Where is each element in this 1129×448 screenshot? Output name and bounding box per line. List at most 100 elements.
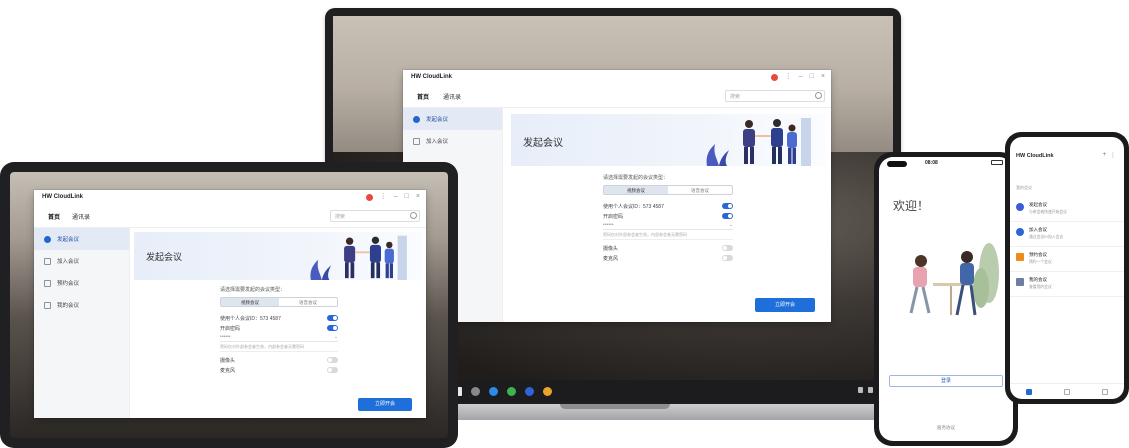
join-icon bbox=[44, 257, 51, 265]
microphone-row: 麦克风 bbox=[603, 253, 733, 263]
start-meeting-button[interactable]: 立即开会 bbox=[755, 298, 815, 312]
people-illustration bbox=[706, 118, 811, 166]
meeting-form: 请选择需要发起的会议类型： 视频会议 语音会议 使用个人会议ID：573 458… bbox=[220, 286, 338, 375]
tab-bar bbox=[1010, 383, 1124, 399]
tab-video-meeting[interactable]: 视频会议 bbox=[604, 186, 668, 194]
camera-row: 摄像头 bbox=[603, 243, 733, 253]
eye-icon[interactable]: ⌄ bbox=[729, 222, 733, 228]
browser-icon[interactable] bbox=[489, 386, 498, 396]
banner: 发起会议 bbox=[134, 232, 422, 280]
tab-contacts-icon[interactable] bbox=[1064, 388, 1070, 395]
close-icon[interactable]: × bbox=[821, 73, 825, 81]
action-list: 发起会议与参会者快速开始会议 加入会议 通过会议ID加入会议 预约会议 预约一个会议… bbox=[1010, 197, 1124, 297]
volume-icon[interactable] bbox=[868, 387, 873, 393]
camera-label: 摄像头 bbox=[603, 245, 619, 252]
status-bar: 08:08 bbox=[879, 157, 1013, 169]
join-icon bbox=[413, 137, 420, 145]
eye-icon[interactable]: ⌄ bbox=[334, 334, 338, 340]
join-icon bbox=[1016, 228, 1024, 236]
page-title: 发起会议 bbox=[523, 138, 563, 149]
nav-contacts[interactable]: 通讯录 bbox=[443, 92, 461, 101]
list-item-join-meeting[interactable]: 加入会议 通过会议ID加入会议 bbox=[1010, 222, 1124, 247]
record-icon[interactable] bbox=[770, 73, 778, 81]
list-item-title: 发起会议 bbox=[1029, 202, 1047, 207]
search-input[interactable]: 搜索 bbox=[725, 90, 825, 102]
camera-cutout bbox=[887, 161, 907, 167]
search-input[interactable]: 搜索 bbox=[330, 210, 420, 222]
sidebar-item-label: 加入会议 bbox=[57, 259, 80, 265]
search-icon[interactable] bbox=[815, 92, 822, 99]
form-hint: 请选择需要发起的会议类型： bbox=[220, 287, 286, 293]
sidebar: 发起会议 加入会议 预约会议 我的会议 bbox=[34, 228, 130, 418]
list-header: 我的会议 bbox=[1016, 185, 1032, 190]
nav-contacts[interactable]: 通讯录 bbox=[72, 212, 90, 221]
tab-me-icon[interactable] bbox=[1102, 388, 1108, 395]
login-button[interactable]: 登录 bbox=[889, 375, 1003, 387]
title-bar: HW CloudLink ⋮ – □ × bbox=[34, 190, 426, 206]
list-item-subtitle: 查看我的会议 bbox=[1029, 285, 1052, 289]
personal-id-toggle[interactable] bbox=[327, 315, 338, 321]
list-item-start-meeting[interactable]: 发起会议与参会者快速开始会议 bbox=[1010, 197, 1124, 222]
folder-icon[interactable] bbox=[543, 386, 552, 396]
sidebar-item-join-meeting[interactable]: 加入会议 bbox=[403, 130, 502, 152]
app-name: HW CloudLink bbox=[42, 194, 83, 200]
search-icon[interactable] bbox=[410, 212, 417, 219]
sidebar-item-join-meeting[interactable]: 加入会议 bbox=[34, 250, 129, 272]
password-label: 开启密码 bbox=[603, 213, 624, 220]
tablet-app-window: HW CloudLink ⋮ – □ × 首页 通讯录 搜索 发起会议 加入会议… bbox=[34, 190, 426, 418]
list-item-title: 预约会议 bbox=[1029, 252, 1047, 257]
password-toggle[interactable] bbox=[327, 325, 338, 331]
sidebar-item-my-meetings[interactable]: 我的会议 bbox=[34, 294, 129, 316]
close-icon[interactable]: × bbox=[416, 193, 420, 201]
tab-video-meeting[interactable]: 视频会议 bbox=[221, 298, 279, 306]
list-item-my-meetings[interactable]: 我的会议 查看我的会议 bbox=[1010, 272, 1124, 297]
microphone-toggle[interactable] bbox=[722, 255, 733, 261]
password-field[interactable]: •••••• ⌄ bbox=[603, 221, 733, 230]
search-placeholder: 搜索 bbox=[335, 214, 346, 220]
video-icon bbox=[413, 115, 420, 123]
camera-toggle[interactable] bbox=[722, 245, 733, 251]
laptop-notch bbox=[560, 404, 670, 409]
calendar-icon bbox=[44, 279, 51, 287]
search-icon[interactable] bbox=[471, 386, 480, 396]
microphone-toggle[interactable] bbox=[327, 367, 338, 373]
welcome-text: 欢迎！ bbox=[893, 199, 930, 213]
nav-home[interactable]: 首页 bbox=[417, 92, 429, 101]
password-field[interactable]: •••••• ⌄ bbox=[220, 333, 338, 342]
list-item-title: 加入会议 bbox=[1029, 227, 1047, 232]
minimize-icon[interactable]: – bbox=[394, 193, 398, 201]
menu-icon[interactable]: ⋮ bbox=[380, 193, 387, 201]
menu-icon[interactable]: ⋮ bbox=[1110, 152, 1116, 159]
maximize-icon[interactable]: □ bbox=[810, 73, 814, 81]
search-placeholder: 搜索 bbox=[730, 94, 741, 100]
chat-icon[interactable] bbox=[507, 386, 516, 396]
sidebar-item-start-meeting[interactable]: 发起会议 bbox=[34, 228, 129, 250]
people-illustration bbox=[310, 235, 407, 280]
app-title: HW CloudLink bbox=[1016, 153, 1054, 159]
banner: 发起会议 bbox=[511, 114, 825, 166]
maximize-icon[interactable]: □ bbox=[405, 193, 409, 201]
footer-link[interactable]: 服务协议 bbox=[879, 425, 1013, 431]
nav-home[interactable]: 首页 bbox=[48, 212, 60, 221]
sidebar-item-schedule-meeting[interactable]: 预约会议 bbox=[34, 272, 129, 294]
sidebar-item-label: 加入会议 bbox=[426, 139, 449, 145]
camera-toggle[interactable] bbox=[327, 357, 338, 363]
start-meeting-button[interactable]: 立即开会 bbox=[358, 398, 412, 411]
wifi-icon[interactable] bbox=[858, 387, 863, 393]
video-icon bbox=[1016, 203, 1024, 211]
menu-icon[interactable]: ⋮ bbox=[785, 73, 792, 81]
password-note: 密码仅对外部参会者生效，内部参会者无需密码 bbox=[220, 344, 338, 352]
add-icon[interactable]: + bbox=[1102, 152, 1106, 158]
tab-voice-meeting[interactable]: 语音会议 bbox=[279, 298, 337, 306]
microphone-label: 麦克风 bbox=[220, 367, 236, 374]
list-item-schedule-meeting[interactable]: 预约会议 预约一个会议 bbox=[1010, 247, 1124, 272]
sidebar-item-start-meeting[interactable]: 发起会议 bbox=[403, 108, 502, 130]
minimize-icon[interactable]: – bbox=[799, 73, 803, 81]
list-item-subtitle: 与参会者快速开始会议 bbox=[1029, 210, 1067, 214]
tab-meetings-icon[interactable] bbox=[1026, 388, 1032, 395]
record-icon[interactable] bbox=[365, 193, 373, 201]
mail-icon[interactable] bbox=[525, 386, 534, 396]
personal-id-toggle[interactable] bbox=[722, 203, 733, 209]
tab-voice-meeting[interactable]: 语音会议 bbox=[668, 186, 732, 194]
password-toggle[interactable] bbox=[722, 213, 733, 219]
